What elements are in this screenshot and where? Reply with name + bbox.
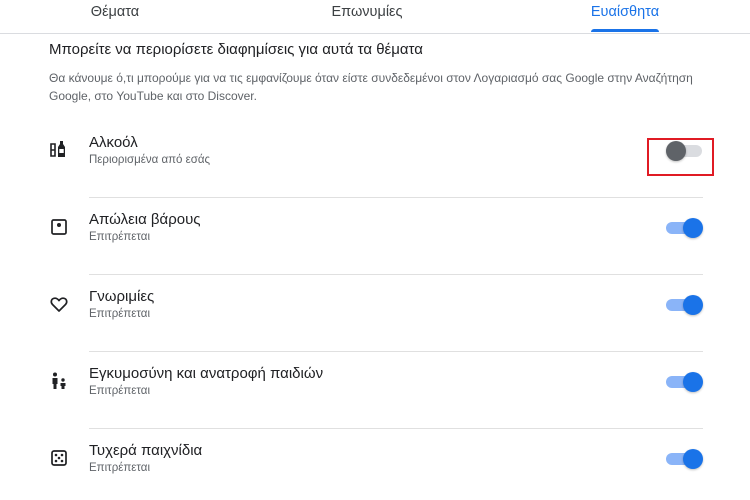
scale-icon xyxy=(51,219,67,235)
toggle-thumb xyxy=(683,218,703,238)
toggle-thumb xyxy=(683,372,703,392)
list-item-gambling[interactable]: Τυχερά παιχνίδια Επιτρέπεται xyxy=(49,429,703,500)
item-title: Εγκυμοσύνη και ανατροφή παιδιών xyxy=(89,365,324,382)
weight-loss-toggle[interactable] xyxy=(666,217,703,238)
item-status: Περιορισμένα από εσάς xyxy=(89,154,211,166)
toggle-thumb xyxy=(683,295,703,315)
tab-bar: Θέματα Επωνυμίες Ευαίσθητα xyxy=(0,0,750,34)
item-title: Τυχερά παιχνίδια xyxy=(89,442,203,459)
dating-toggle[interactable] xyxy=(666,294,703,315)
dice-icon xyxy=(51,450,67,466)
heart-icon xyxy=(50,297,68,312)
item-status: Επιτρέπεται xyxy=(89,385,151,397)
item-status: Επιτρέπεται xyxy=(89,308,151,320)
item-status: Επιτρέπεται xyxy=(89,462,151,474)
item-title: Γνωριμίες xyxy=(89,288,155,305)
active-tab-indicator xyxy=(591,29,659,32)
gambling-toggle[interactable] xyxy=(666,448,703,469)
pregnancy-parenting-toggle[interactable] xyxy=(666,371,703,392)
section-heading: Μπορείτε να περιορίσετε διαφημίσεις για … xyxy=(49,41,423,58)
toggle-thumb xyxy=(666,141,686,161)
list-item-pregnancy-parenting[interactable]: Εγκυμοσύνη και ανατροφή παιδιών Επιτρέπε… xyxy=(49,352,703,429)
item-title: Απώλεια βάρους xyxy=(89,211,201,228)
tab-topics[interactable]: Θέματα xyxy=(60,0,170,33)
list-item-weight-loss[interactable]: Απώλεια βάρους Επιτρέπεται xyxy=(49,198,703,275)
list-item-dating[interactable]: Γνωριμίες Επιτρέπεται xyxy=(49,275,703,352)
family-icon xyxy=(52,372,66,389)
tab-brands[interactable]: Επωνυμίες xyxy=(312,0,422,33)
item-title: Αλκοόλ xyxy=(89,134,138,151)
alcohol-icon xyxy=(50,141,65,157)
section-description: Θα κάνουμε ό,τι μπορούμε για να τις εμφα… xyxy=(49,71,693,103)
item-status: Επιτρέπεται xyxy=(89,231,151,243)
ad-settings-page: Θέματα Επωνυμίες Ευαίσθητα Μπορείτε να π… xyxy=(0,0,750,500)
toggle-thumb xyxy=(683,449,703,469)
alcohol-toggle[interactable] xyxy=(666,140,703,161)
list-item-alcohol[interactable]: Αλκοόλ Περιορισμένα από εσάς xyxy=(49,121,703,198)
